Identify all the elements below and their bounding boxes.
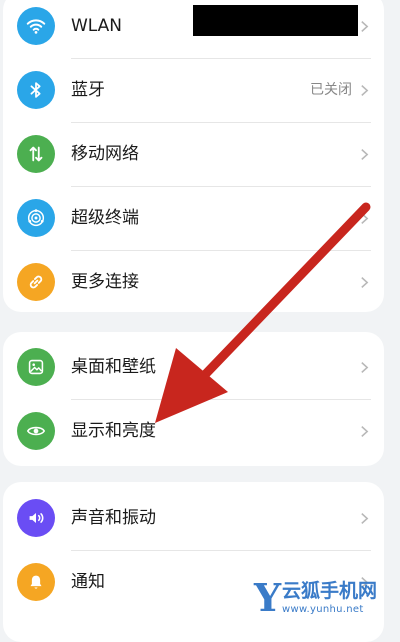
settings-item-label: 超级终端	[71, 208, 139, 228]
chevron-right-icon	[361, 149, 369, 160]
chevron-right-icon	[361, 277, 369, 288]
bluetooth-status: 已关闭	[310, 82, 352, 98]
watermark-name: 云狐手机网	[282, 580, 378, 602]
settings-item-label: 移动网络	[71, 144, 139, 164]
wifi-icon	[17, 7, 55, 45]
settings-item-bluetooth[interactable]: 蓝牙 已关闭	[3, 58, 384, 122]
chevron-right-icon	[361, 513, 369, 524]
chevron-right-icon	[361, 426, 369, 437]
mobile-data-icon	[17, 135, 55, 173]
watermark: Y 云狐手机网 www.yunhu.net	[254, 575, 400, 628]
chevron-right-icon	[361, 362, 369, 373]
watermark-url: www.yunhu.net	[282, 604, 364, 615]
settings-item-mobile-network[interactable]: 移动网络	[3, 122, 384, 186]
settings-item-wlan[interactable]: WLAN	[3, 0, 384, 58]
settings-item-label: 更多连接	[71, 272, 139, 292]
settings-item-label: WLAN	[71, 16, 123, 36]
settings-group-connections: WLAN 蓝牙 已关闭 移动网络 超级终端 更多连接	[3, 0, 384, 312]
settings-item-sound-vibration[interactable]: 声音和振动	[3, 486, 384, 550]
settings-item-label: 通知	[71, 572, 105, 592]
settings-item-label: 蓝牙	[71, 80, 105, 100]
speaker-icon	[17, 499, 55, 537]
settings-item-wallpaper[interactable]: 桌面和壁纸	[3, 335, 384, 399]
bell-icon	[17, 563, 55, 601]
chevron-right-icon	[361, 213, 369, 224]
chevron-right-icon	[361, 85, 369, 96]
watermark-logo: Y	[254, 575, 282, 620]
settings-item-display-brightness[interactable]: 显示和亮度	[3, 399, 384, 463]
settings-item-super-device[interactable]: 超级终端	[3, 186, 384, 250]
settings-group-display: 桌面和壁纸 显示和亮度	[3, 332, 384, 466]
wallpaper-icon	[17, 348, 55, 386]
link-icon	[17, 263, 55, 301]
eye-icon	[17, 412, 55, 450]
settings-item-label: 显示和亮度	[71, 421, 156, 441]
settings-item-label: 声音和振动	[71, 508, 156, 528]
settings-item-label: 桌面和壁纸	[71, 357, 156, 377]
super-device-icon	[17, 199, 55, 237]
settings-item-more-connections[interactable]: 更多连接	[3, 250, 384, 312]
redacted-network-name	[193, 5, 358, 36]
chevron-right-icon	[361, 21, 369, 32]
bluetooth-icon	[17, 71, 55, 109]
